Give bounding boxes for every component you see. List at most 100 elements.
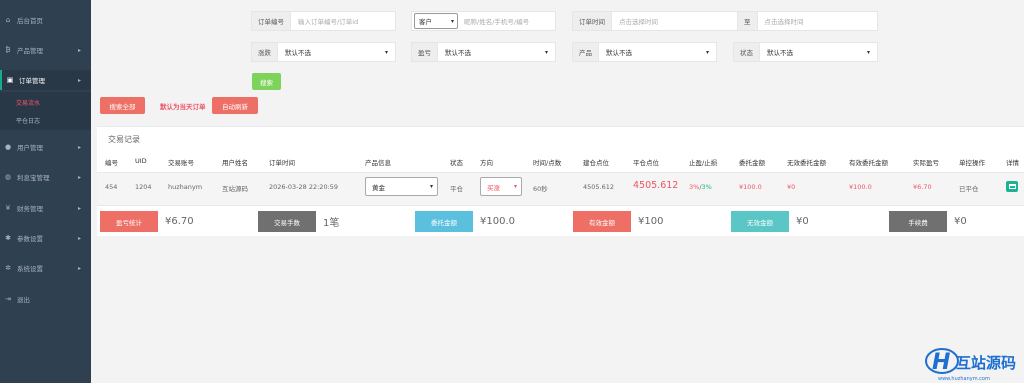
search-button[interactable]: 搜索 <box>252 73 281 90</box>
sidebar-item-8[interactable]: ⇥ 退出 <box>0 289 91 309</box>
chevron-right-icon: ▸ <box>77 173 81 181</box>
stat-label: 交易手数 <box>258 211 316 232</box>
column-header: 有效委托金额 <box>849 159 888 167</box>
panel-title: 交易记录 <box>108 135 140 144</box>
stat-value: 1笔 <box>323 218 340 229</box>
stat-box: 委托金额 ¥100.0 <box>415 211 556 232</box>
chevron-right-icon: ▸ <box>77 143 81 151</box>
order-no-label: 订单编号 <box>252 12 291 30</box>
order-no-input[interactable]: 输入订单编号/订单id <box>291 12 395 30</box>
stat-value: ¥100.0 <box>480 216 515 227</box>
sidebar-item-3[interactable]: ● 用户管理 ▸ <box>0 137 91 157</box>
customer-input[interactable]: 昵称/姓名/手机号/编号 <box>460 12 555 30</box>
stat-box: 有效金额 ¥100 <box>573 211 714 232</box>
stat-value: ¥0 <box>796 216 809 227</box>
cell-tp-value: 3% <box>689 183 700 191</box>
order-time-to-label: 至 <box>738 12 758 30</box>
chevron-right-icon: ▸ <box>77 264 81 272</box>
cell-duration: 60秒 <box>533 185 548 193</box>
rise-fall-label: 涨跌 <box>252 43 278 61</box>
column-header: 订单时间 <box>269 159 295 167</box>
column-header: 委托金额 <box>739 159 765 167</box>
product-value: 默认不选 <box>606 49 632 57</box>
sidebar-item-label: 利息宝管理 <box>17 174 50 182</box>
column-header: 用户姓名 <box>222 159 248 167</box>
customer-type-value: 客户 <box>419 18 432 26</box>
cell-close-price: 4505.612 <box>633 180 679 191</box>
profit-loss-select[interactable]: 默认不选 ▾ <box>438 43 555 61</box>
chevron-down-icon: ▾ <box>544 48 548 56</box>
profit-loss-value: 默认不选 <box>445 49 471 57</box>
column-header: 状态 <box>450 159 463 167</box>
sidebar-item-6[interactable]: ✱ 参数设置 ▸ <box>0 228 91 248</box>
rise-fall-value: 默认不选 <box>285 49 311 57</box>
sidebar-item-label: 系统设置 <box>17 265 43 273</box>
sidebar-item-label: 退出 <box>17 296 30 304</box>
product-filter: 产品 默认不选 ▾ <box>572 42 717 62</box>
product-cell-value: 黄金 <box>372 183 385 192</box>
column-header: 时间/点数 <box>533 159 562 167</box>
profit-loss-filter: 盈亏 默认不选 ▾ <box>411 42 556 62</box>
sidebar-item-5[interactable]: ¥ 财务管理 ▸ <box>0 198 91 218</box>
sidebar-item-1[interactable]: ₿ 产品管理 ▸ <box>0 40 91 60</box>
product-label: 产品 <box>573 43 599 61</box>
search-all-button[interactable]: 搜索全部 <box>100 97 145 114</box>
auto-refresh-button[interactable]: 自动刷新 <box>212 97 258 114</box>
detail-icon[interactable] <box>1006 181 1018 192</box>
column-header: UID <box>135 157 147 165</box>
stat-value: ¥0 <box>954 216 967 227</box>
order-time-end-filter: 至 点击选择时间 <box>737 11 878 31</box>
bitcoin-icon: ₿ <box>5 46 11 54</box>
stat-value: ¥6.70 <box>165 216 194 227</box>
customer-type-select[interactable]: 客户 ▾ <box>414 13 458 29</box>
chevron-right-icon: ▸ <box>77 46 81 54</box>
cell-control: 已平仓 <box>959 185 979 193</box>
direction-cell-value: 买涨 <box>487 183 500 192</box>
order-time-end-input[interactable]: 点击选择时间 <box>758 12 878 30</box>
sidebar-item-2[interactable]: ▣ 订单管理 ▸ <box>0 70 91 90</box>
order-time-start-input[interactable]: 点击选择时间 <box>612 12 737 30</box>
dashboard-icon: ⌂ <box>5 16 11 24</box>
product-select[interactable]: 默认不选 ▾ <box>599 43 716 61</box>
sidebar-item-label: 订单管理 <box>19 77 45 85</box>
cell-profit: ¥6.70 <box>913 183 932 191</box>
detail-icon-glyph <box>1008 184 1016 189</box>
default-today-notice: 默认为当天订单 <box>160 103 206 111</box>
sidebar-item-7[interactable]: ✲ 系统设置 ▸ <box>0 258 91 278</box>
sidebar-item-label: 后台首页 <box>17 17 43 25</box>
sidebar-item-0[interactable]: ⌂ 后台首页 <box>0 10 91 30</box>
column-header: 实际盈亏 <box>913 159 939 167</box>
status-label: 状态 <box>734 43 760 61</box>
chevron-right-icon: ▸ <box>77 76 81 84</box>
status-select[interactable]: 默认不选 ▾ <box>760 43 877 61</box>
product-cell-select[interactable]: 黄金 ▾ <box>365 177 438 196</box>
stat-box: 无效金额 ¥0 <box>731 211 872 232</box>
direction-cell-select[interactable]: 买涨 ▾ <box>480 177 522 196</box>
cell-valid-amount: ¥100.0 <box>849 183 872 191</box>
cell-name: 互站源码 <box>222 185 248 193</box>
column-header: 单控操作 <box>959 159 985 167</box>
rise-fall-select[interactable]: 默认不选 ▾ <box>278 43 395 61</box>
sidebar-item-label: 财务管理 <box>17 205 43 213</box>
status-filter: 状态 默认不选 ▾ <box>733 42 878 62</box>
stat-label: 无效金额 <box>731 211 789 232</box>
order-time-label: 订单时间 <box>573 12 612 30</box>
sidebar-item-4[interactable]: ◍ 利息宝管理 ▸ <box>0 167 91 187</box>
globe-icon: ◍ <box>4 173 12 181</box>
watermark-logo: H 互站源码 www.huzhanym.com <box>925 348 1016 382</box>
column-header: 方向 <box>480 159 493 167</box>
customer-filter: 客户 ▾ 昵称/姓名/手机号/编号 <box>411 11 556 31</box>
sidebar-subitem-close-log[interactable]: 平仓日志 <box>16 116 40 125</box>
cog-icon: ✱ <box>5 234 11 242</box>
column-header: 止盈/止损 <box>689 159 718 167</box>
cell-uid: 1204 <box>135 183 152 191</box>
logout-icon: ⇥ <box>5 295 11 303</box>
profit-loss-label: 盈亏 <box>412 43 438 61</box>
cell-status: 平仓 <box>450 185 463 193</box>
status-value: 默认不选 <box>767 49 793 57</box>
cell-id: 454 <box>105 183 118 191</box>
column-header: 平仓点位 <box>633 159 659 167</box>
sidebar-subitem-trade-flow[interactable]: 交易流水 <box>16 98 40 107</box>
yen-icon: ¥ <box>5 204 11 212</box>
cogs-icon: ✲ <box>5 264 11 272</box>
